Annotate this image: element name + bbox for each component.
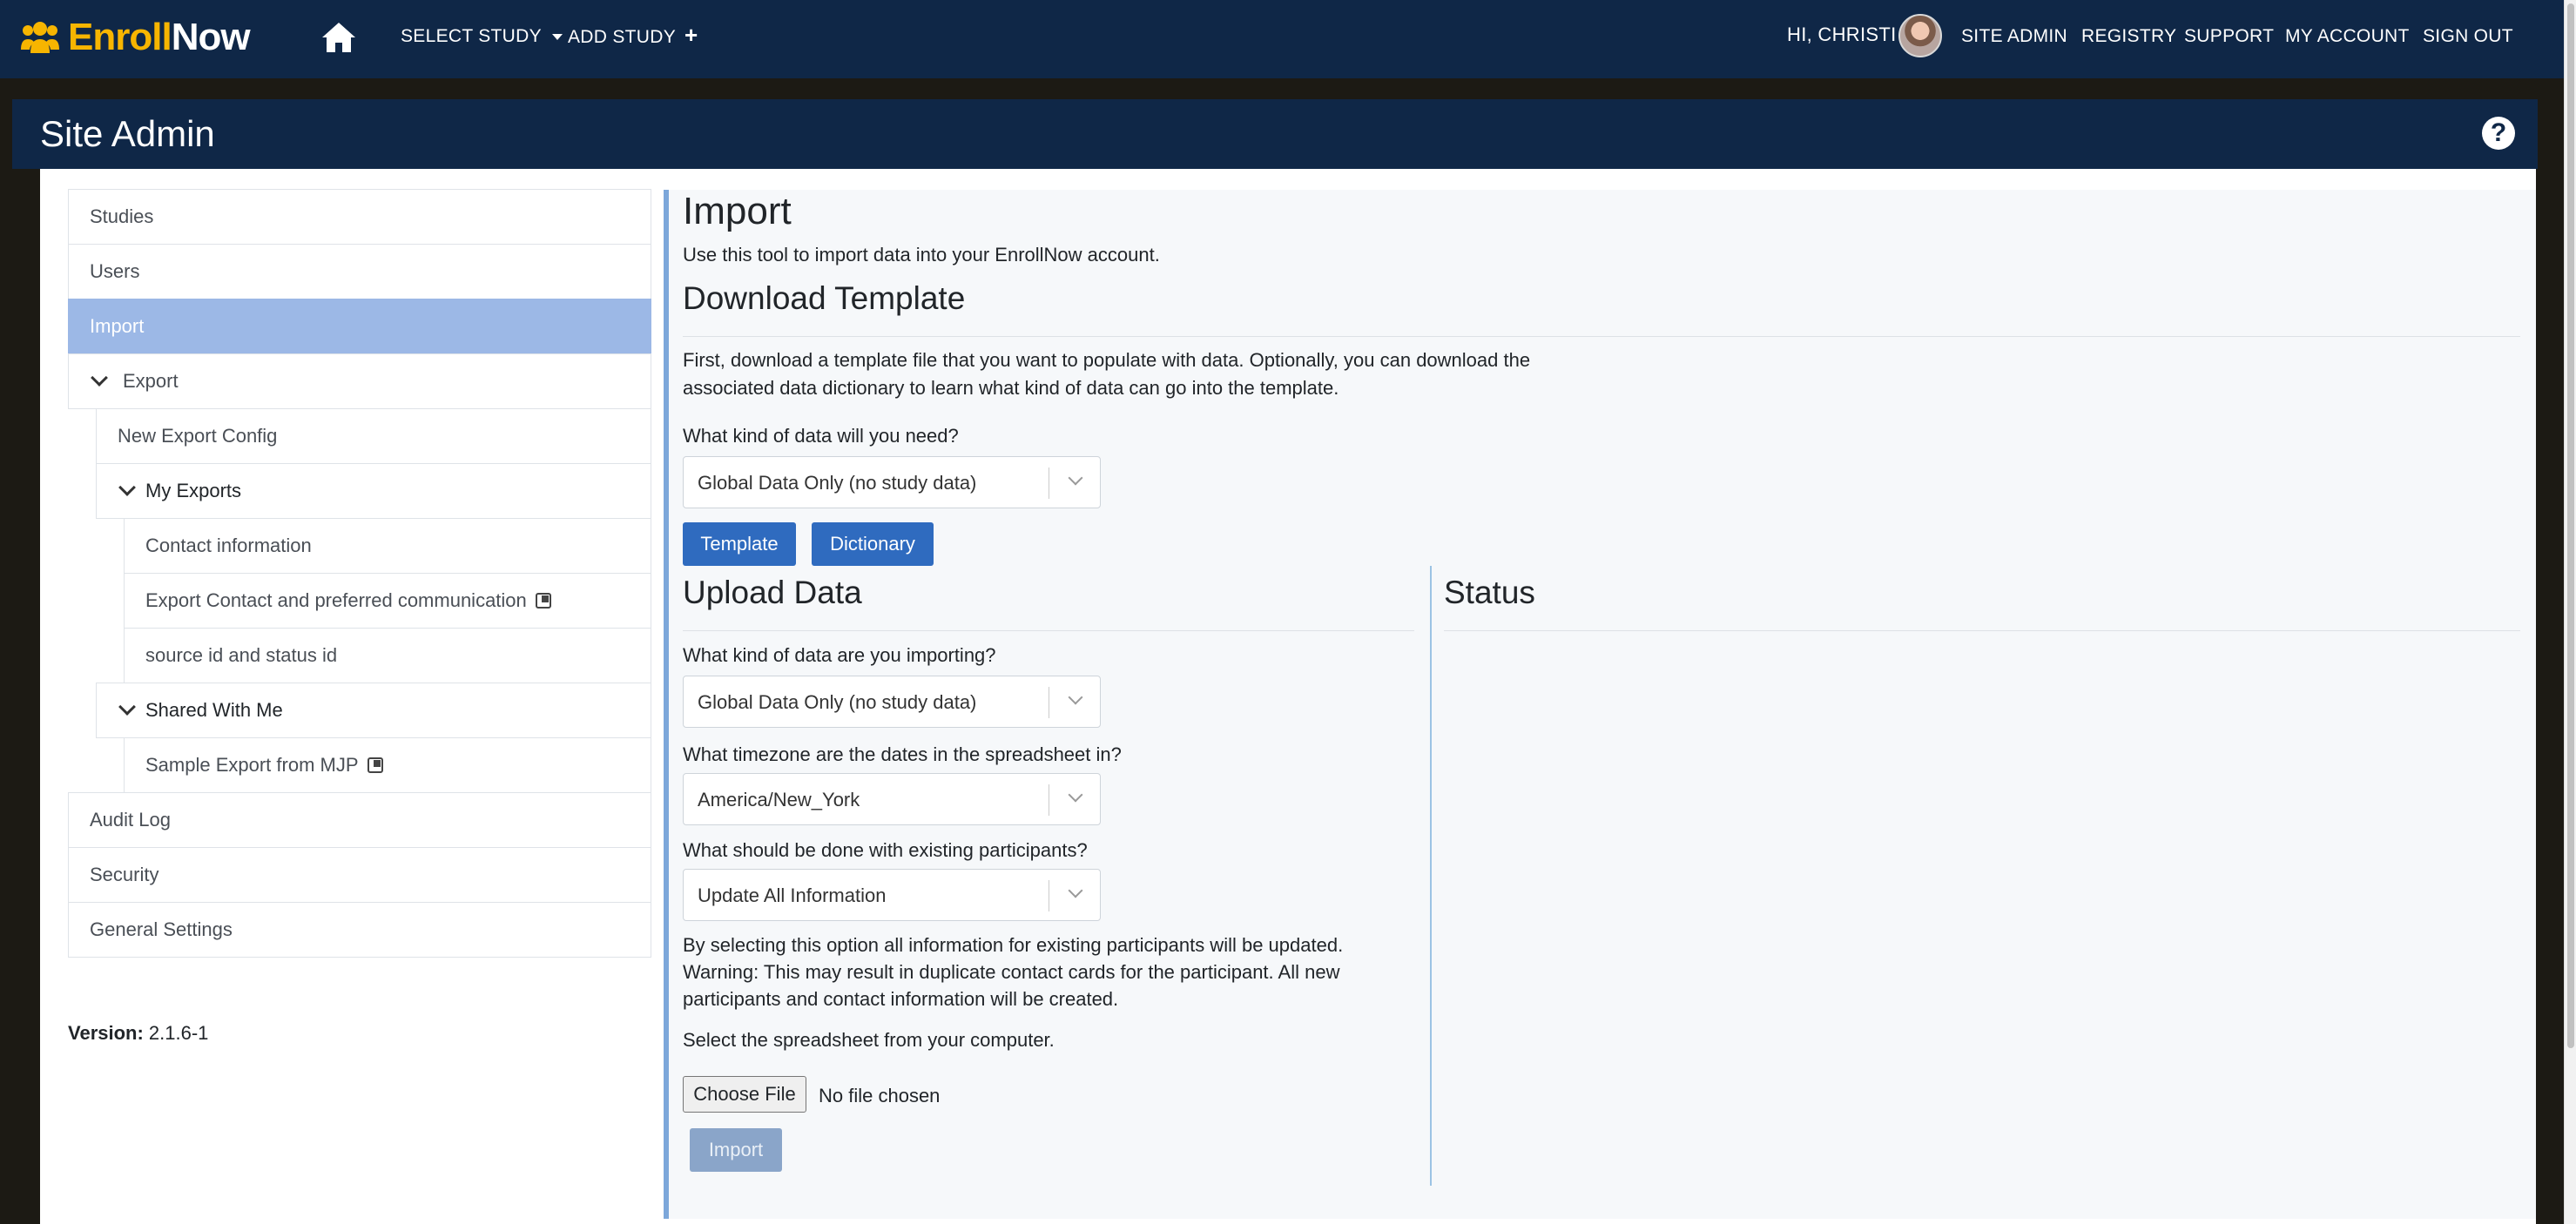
nav-registry[interactable]: REGISTRY [2081,26,2176,47]
download-description: First, download a template file that you… [683,349,1531,399]
existing-participants-select[interactable]: Update All Information [683,869,1101,921]
chevron-down-icon [91,369,108,387]
sidebar-item-security[interactable]: Security [68,847,651,903]
avatar[interactable] [1898,14,1942,57]
sidebar-item-users[interactable]: Users [68,244,651,299]
download-template-heading: Download Template [683,280,966,316]
sidebar-item-export-source-status[interactable]: source id and status id [124,628,651,683]
column-divider [1430,566,1432,1186]
file-status: No file chosen [819,1085,941,1106]
chevron-down-icon [118,698,136,716]
page-header: Site Admin ? [12,99,2538,169]
brand-name-part2: Now [171,16,251,58]
sidebar-item-import[interactable]: Import [68,299,651,354]
download-data-kind-label: What kind of data will you need? [683,425,959,447]
brand-name: EnrollNow [68,16,251,59]
sidebar-item-label: Export Contact and preferred communicati… [145,589,527,611]
dictionary-button[interactable]: Dictionary [812,522,934,566]
download-data-kind-select[interactable]: Global Data Only (no study data) [683,456,1101,508]
divider [683,336,2520,337]
timezone-label: What timezone are the dates in the sprea… [683,743,1122,765]
plus-icon: + [684,22,698,48]
sidebar-item-label: Shared With Me [145,699,283,721]
panel-title: Import [683,190,792,232]
import-panel: Import Use this tool to import data into… [664,190,2536,1219]
page-title: Site Admin [40,113,215,154]
select-value: America/New_York [698,789,860,810]
chevron-down-icon [1068,689,1083,705]
upload-data-kind-label: What kind of data are you importing? [683,644,996,666]
sidebar-nav: Studies Users Import Export New Export C… [68,189,651,958]
sidebar-item-my-exports[interactable]: My Exports [96,463,651,519]
divider [1444,630,2520,631]
upload-data-kind-select[interactable]: Global Data Only (no study data) [683,676,1101,728]
chevron-down-icon [1068,470,1083,486]
sidebar-item-sample-export[interactable]: Sample Export from MJP [124,737,651,793]
top-navbar: EnrollNow SELECT STUDY ADD STUDY + HI, CH… [0,0,2564,78]
note-warning: Warning: This may result in duplicate co… [683,961,1340,1010]
add-study-label: ADD STUDY [568,27,677,47]
sidebar-item-studies[interactable]: Studies [68,189,651,245]
nav-site-admin[interactable]: SITE ADMIN [1961,26,2067,47]
note-line-1: By selecting this option all information… [683,934,1344,956]
nav-my-account[interactable]: MY ACCOUNT [2285,26,2410,47]
import-button[interactable]: Import [690,1128,782,1172]
select-study-dropdown[interactable]: SELECT STUDY [401,26,563,47]
sidebar-item-audit-log[interactable]: Audit Log [68,792,651,848]
sidebar-item-export-contact-information[interactable]: Contact information [124,518,651,574]
select-value: Update All Information [698,884,887,906]
version-info: Version: 2.1.6-1 [68,1022,208,1045]
version-value: 2.1.6-1 [143,1022,209,1044]
sidebar-item-new-export-config[interactable]: New Export Config [96,408,651,464]
sidebar-item-label: My Exports [145,480,242,501]
existing-participants-label: What should be done with existing partic… [683,839,1088,861]
select-value: Global Data Only (no study data) [698,472,977,494]
sidebar-item-export-contact-preferred[interactable]: Export Contact and preferred communicati… [124,573,651,629]
content-container: Studies Users Import Export New Export C… [40,169,2536,1224]
scrollbar-thumb[interactable] [2567,3,2574,1048]
brand-name-part1: Enroll [68,16,172,58]
existing-participants-note: By selecting this option all information… [683,931,1414,1012]
upload-data-heading: Upload Data [683,575,862,610]
select-file-label: Select the spreadsheet from your compute… [683,1029,1055,1051]
external-link-icon [367,757,383,773]
nav-support[interactable]: SUPPORT [2184,26,2274,47]
sidebar-item-label: Export [123,370,179,392]
chevron-down-icon [1068,787,1083,803]
select-value: Global Data Only (no study data) [698,691,977,713]
home-icon[interactable] [320,21,357,54]
divider [683,630,1414,631]
panel-intro: Use this tool to import data into your E… [683,244,1160,266]
user-greeting[interactable]: HI, CHRISTI [1787,24,1897,46]
sidebar-item-shared-with-me[interactable]: Shared With Me [96,683,651,738]
chevron-down-icon [118,479,136,496]
external-link-icon [535,593,551,609]
help-icon[interactable]: ? [2482,117,2515,150]
choose-file-button[interactable]: Choose File [683,1076,806,1113]
nav-sign-out[interactable]: SIGN OUT [2423,26,2513,47]
add-study-button[interactable]: ADD STUDY + [568,24,698,48]
template-button[interactable]: Template [683,522,796,566]
users-icon [21,22,59,53]
status-heading: Status [1444,575,1535,610]
version-label: Version: [68,1022,144,1044]
page-scrollbar[interactable] [2564,0,2576,1224]
sidebar-item-export[interactable]: Export [68,353,651,409]
sidebar-item-general-settings[interactable]: General Settings [68,902,651,958]
select-study-label: SELECT STUDY [401,26,542,46]
brand-logo[interactable]: EnrollNow [19,16,251,59]
caret-down-icon [551,33,563,40]
sidebar-item-label: Sample Export from MJP [145,754,359,776]
chevron-down-icon [1068,883,1083,898]
timezone-select[interactable]: America/New_York [683,773,1101,825]
